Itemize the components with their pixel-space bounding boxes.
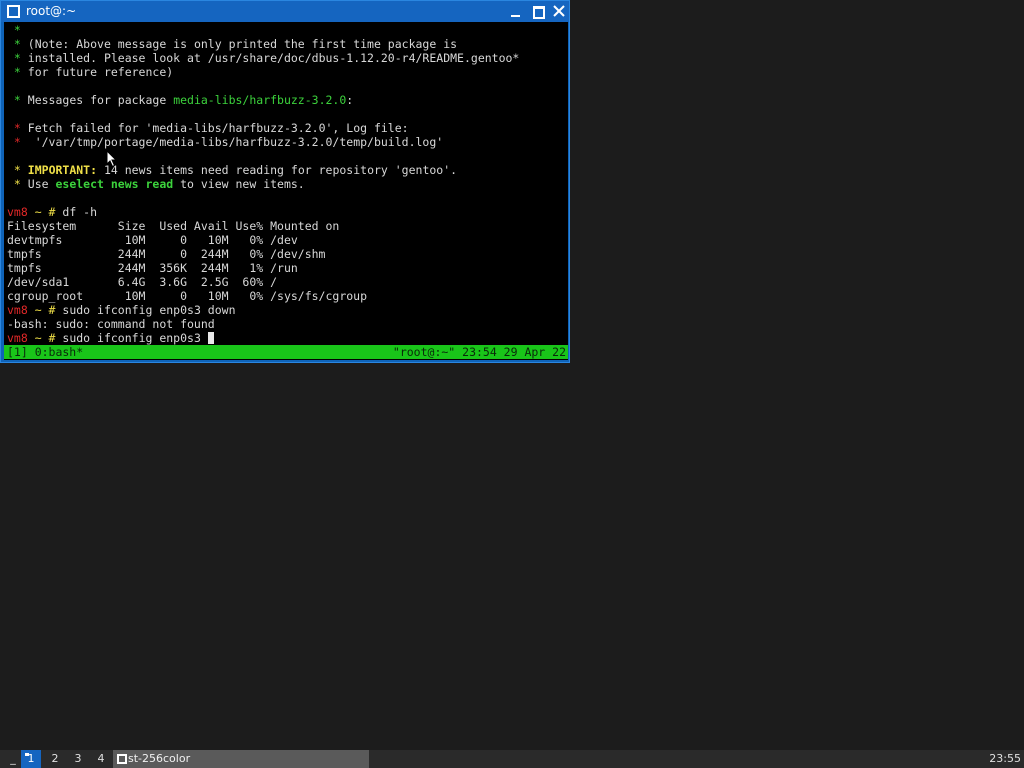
terminal-text: df -h [55,205,98,219]
workspace-4-button[interactable]: 4 [91,750,111,768]
terminal-text: cgroup_root 10M 0 10M 0% /sys/fs/cgroup [7,289,368,303]
terminal-text: vm8 [7,331,28,345]
mouse-pointer-icon [106,150,118,168]
workspace-3-button[interactable]: 3 [68,750,88,768]
terminal-line: devtmpfs 10M 0 10M 0% /dev [7,233,519,247]
terminal-text: media-libs/harfbuzz-3.2.0 [173,93,347,107]
terminal-text: * [7,93,21,107]
window-title: root@:~ [26,4,77,18]
clock[interactable]: 23:55 [981,750,1021,768]
terminal-line: tmpfs 244M 0 244M 0% /dev/shm [7,247,519,261]
terminal-window-icon[interactable] [7,5,20,18]
terminal-text: : [346,93,354,107]
terminal-line: vm8 ~ # sudo ifconfig enp0s3 down [7,303,519,317]
terminal-text: * [7,121,21,135]
desktop: root@:~ * * (Note: Above message is only… [0,0,1024,768]
terminal-text: Use [20,177,56,191]
terminal-text: * [7,177,21,191]
status-window-list: [1] 0:bash* [7,345,84,359]
text-cursor [207,332,214,344]
terminal-text: ~ # [27,303,56,317]
terminal-text: to view new items. [173,177,305,191]
title-bar[interactable]: root@:~ [1,1,569,22]
terminal-line: /dev/sda1 6.4G 3.6G 2.5G 60% / [7,275,519,289]
terminal-line: * Use eselect news read to view new item… [7,177,519,191]
terminal-line: * [7,23,519,37]
active-workspace-indicator [25,753,29,756]
terminal-text: * [7,65,21,79]
terminal-text: * [7,51,21,65]
terminal-text: tmpfs 244M 356K 244M 1% /run [7,261,298,275]
terminal-line: -bash: sudo: command not found [7,317,519,331]
taskbar-menu-button[interactable]: _ [6,750,20,768]
terminal-text: sudo ifconfig enp0s3 [55,331,208,345]
terminal-text: * [7,163,21,177]
tmux-status-bar: [1] 0:bash* "root@:~" 23:54 29 Apr 22 [4,345,568,359]
terminal-text: Filesystem Size Used Avail Use% Mounted … [7,219,340,233]
terminal-text: vm8 [7,205,28,219]
terminal-output: * * (Note: Above message is only printed… [7,23,519,345]
minimize-icon [511,15,520,17]
minimize-button[interactable] [508,3,524,19]
terminal-line: * installed. Please look at /usr/share/d… [7,51,519,65]
close-button[interactable] [551,3,567,19]
terminal-text: sudo ifconfig enp0s3 down [55,303,236,317]
terminal-text: -bash: sudo: command not found [7,317,215,331]
terminal-area[interactable]: * * (Note: Above message is only printed… [4,22,568,360]
terminal-text: IMPORTANT: [27,163,98,177]
terminal-window[interactable]: root@:~ * * (Note: Above message is only… [0,0,570,363]
terminal-text: Fetch failed for 'media-libs/harfbuzz-3.… [20,121,409,135]
terminal-text: Messages for package [20,93,174,107]
maximize-icon [533,6,545,19]
terminal-text: ~ # [27,205,56,219]
terminal-text: /dev/sda1 6.4G 3.6G 2.5G 60% / [7,275,278,289]
taskbar: _ 1 2 3 4 st-256color 23:55 [0,750,1024,768]
terminal-line: * for future reference) [7,65,519,79]
workspace-2-button[interactable]: 2 [45,750,65,768]
terminal-text: ~ # [27,331,56,345]
terminal-text: vm8 [7,303,28,317]
close-icon [553,5,565,17]
terminal-line: vm8 ~ # sudo ifconfig enp0s3 [7,331,519,345]
maximize-button[interactable] [530,3,546,19]
terminal-text: * [7,135,21,149]
terminal-text: tmpfs 244M 0 244M 0% /dev/shm [7,247,326,261]
terminal-text: eselect news read [55,177,174,191]
terminal-text: * [7,23,21,37]
terminal-text: '/var/tmp/portage/media-libs/harfbuzz-3.… [20,135,444,149]
terminal-line: * IMPORTANT: 14 news items need reading … [7,163,519,177]
terminal-line: cgroup_root 10M 0 10M 0% /sys/fs/cgroup [7,289,519,303]
status-host-time: "root@:~" 23:54 29 Apr 22 [392,345,566,359]
terminal-line: * '/var/tmp/portage/media-libs/harfbuzz-… [7,135,519,149]
terminal-text: (Note: Above message is only printed the… [20,37,458,51]
taskbar-task-button[interactable]: st-256color [113,750,369,768]
workspace-1-button[interactable]: 1 [21,750,41,768]
terminal-line: * Fetch failed for 'media-libs/harfbuzz-… [7,121,519,135]
terminal-line: * (Note: Above message is only printed t… [7,37,519,51]
terminal-text: * [7,37,21,51]
terminal-line: Filesystem Size Used Avail Use% Mounted … [7,219,519,233]
terminal-line: * Messages for package media-libs/harfbu… [7,93,519,107]
terminal-text: devtmpfs 10M 0 10M 0% /dev [7,233,298,247]
window-icon [117,754,127,764]
terminal-line: vm8 ~ # df -h [7,205,519,219]
terminal-line: tmpfs 244M 356K 244M 1% /run [7,261,519,275]
task-label: st-256color [128,752,191,765]
terminal-text: 14 news items need reading for repositor… [97,163,458,177]
terminal-text: installed. Please look at /usr/share/doc… [20,51,520,65]
terminal-text: for future reference) [20,65,174,79]
